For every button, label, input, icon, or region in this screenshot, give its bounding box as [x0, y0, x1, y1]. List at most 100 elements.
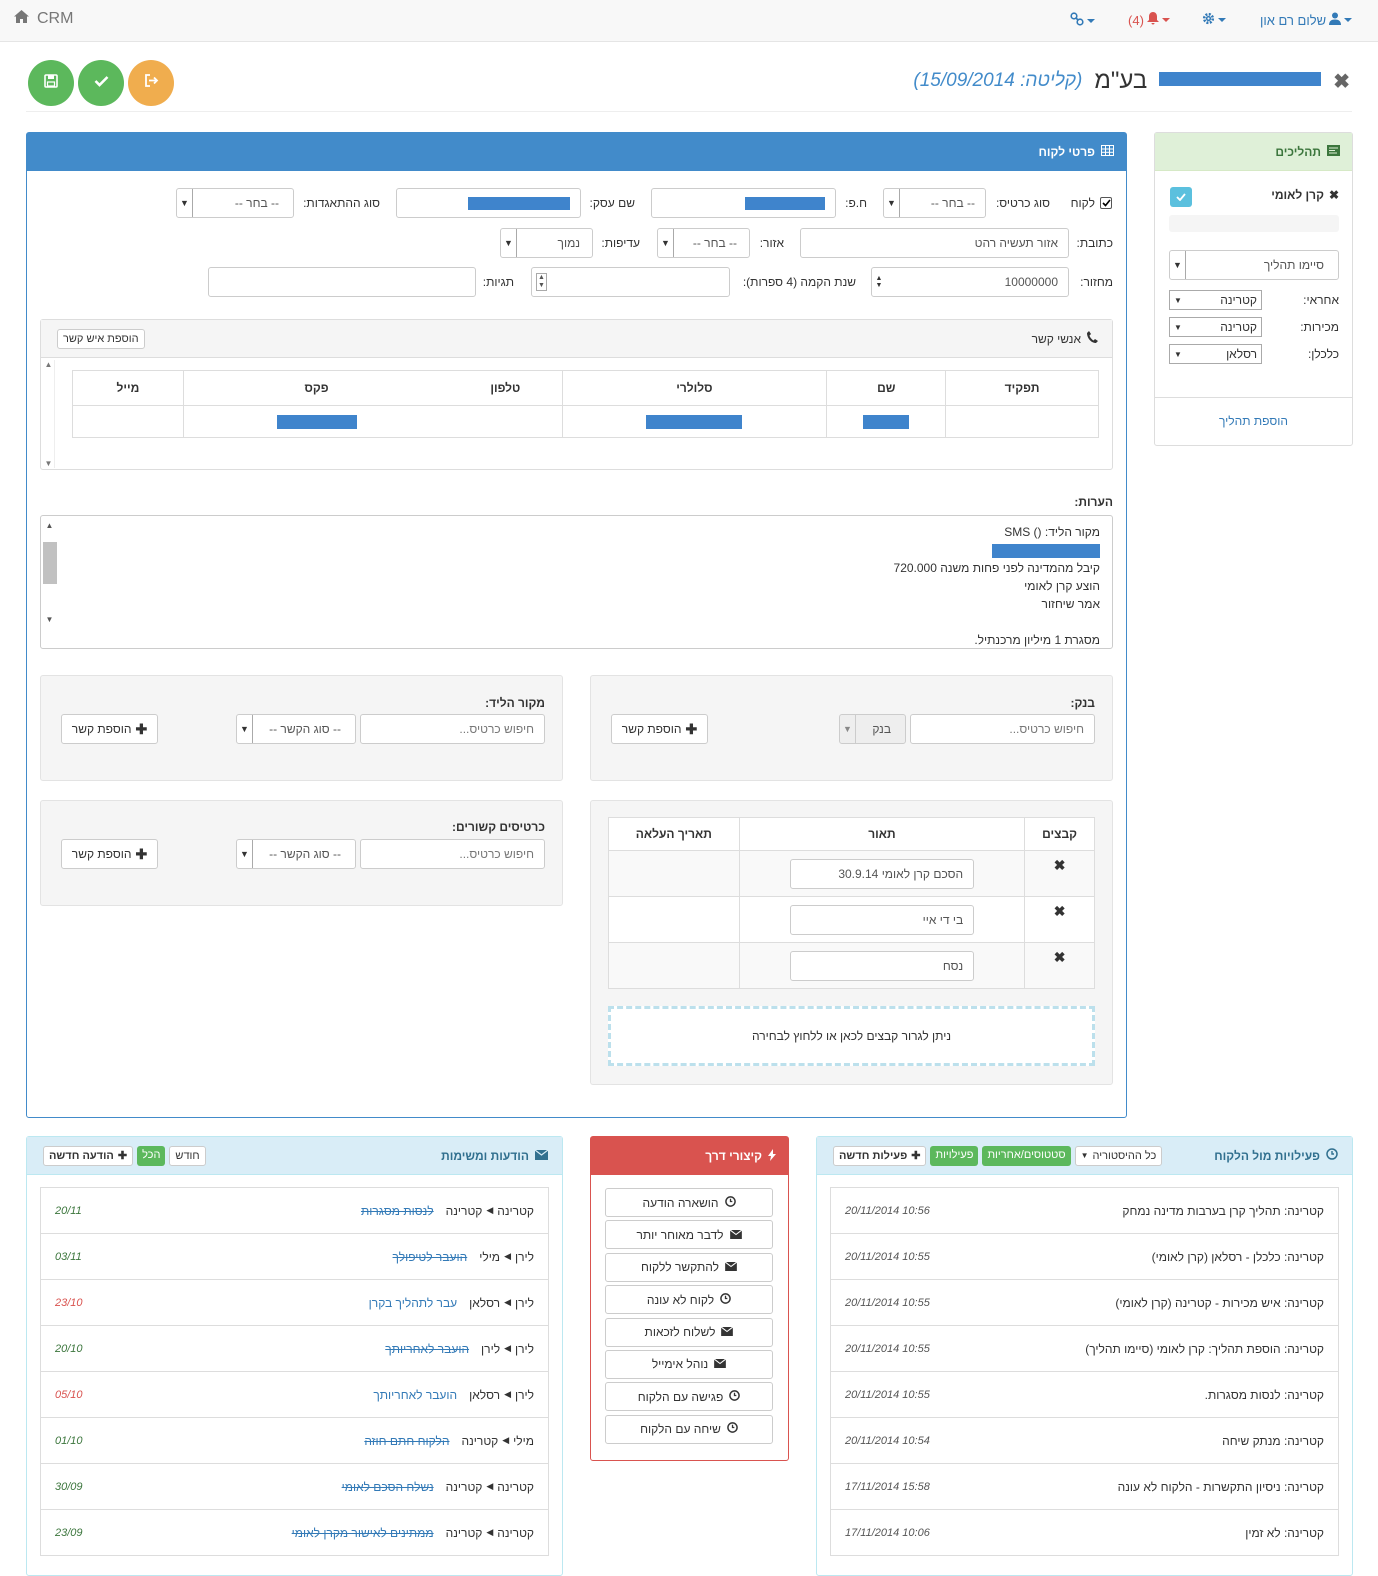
new-message-button[interactable]: ✚ הודעה חדשה — [43, 1145, 134, 1166]
message-to: קטרינה — [445, 1479, 483, 1494]
history-dropdown-button[interactable]: כל ההיסטוריה ▼ — [1074, 1145, 1163, 1166]
list-item[interactable]: קטרינה: לנסות מסגרות. 20/11/2014 10:55 — [831, 1371, 1338, 1417]
bank-search-input[interactable]: חיפוש כרטיס... — [910, 714, 1095, 744]
contacts-table: תפקיד שם סלולרי טלפון פקס מייל — [72, 370, 1099, 438]
redacted-value — [992, 543, 1100, 558]
process-stage-select[interactable]: סיימו תהליך ▼ — [1169, 250, 1339, 280]
priority-select[interactable]: נמוך ▼ — [500, 228, 593, 258]
save-button[interactable] — [28, 60, 74, 106]
stepper-icon[interactable]: ▲ ▼ — [536, 273, 547, 291]
list-item[interactable]: מילי ◀ קטרינה הלקוח חתם חוזה 01/10 — [41, 1417, 548, 1463]
add-process-link[interactable]: הוספת תהליך — [1155, 414, 1352, 428]
shortcut-button[interactable]: פגישה עם הלקוח — [605, 1382, 773, 1412]
add-contact-button[interactable]: הוספת איש קשר — [57, 328, 145, 349]
list-item[interactable]: לירן ◀ רסלאן הועבר לאחריותך 05/10 — [41, 1371, 548, 1417]
lead-source-add-link-button[interactable]: ✚ הוספת קשר — [61, 714, 158, 744]
activities-filter-button[interactable]: פעילויות — [930, 1145, 979, 1166]
remove-icon[interactable]: ✖ — [1054, 903, 1066, 919]
economist-select[interactable]: רסלאן ▼ — [1169, 344, 1262, 364]
all-filter-button[interactable]: הכל — [137, 1145, 166, 1166]
area-select[interactable]: -- בחר -- ▼ — [657, 228, 750, 258]
file-description-input[interactable]: בי די איי — [789, 904, 975, 935]
shortcut-button[interactable]: שיחה עם הלקוח — [605, 1414, 773, 1444]
shortcut-button[interactable]: לדבר מאוחר יותר — [605, 1220, 773, 1250]
message-text[interactable]: הועבר לטיפולך — [393, 1250, 468, 1264]
shortcut-button[interactable]: לשלוח לזכאות — [605, 1317, 773, 1347]
envelope-icon — [713, 1357, 727, 1371]
message-text[interactable]: הועבר לאחריותך — [385, 1342, 469, 1356]
list-item[interactable]: לירן ◀ רסלאן עבר לתהליך בקרן 23/10 — [41, 1279, 548, 1325]
related-type-select[interactable]: -- סוג הקשר -- ▼ — [236, 839, 356, 869]
list-item[interactable]: קטרינה ◀ קטרינה ממתינים לאישור מקרן לאומי 23… — [41, 1509, 548, 1555]
file-description-input[interactable]: נסח — [789, 950, 975, 981]
hp-field[interactable] — [651, 188, 836, 218]
address-value: אזור תעשיה רהט — [974, 236, 1058, 250]
message-from: לירן — [514, 1387, 534, 1402]
list-item[interactable]: לירן ◀ לירן הועבר לאחריותך 20/10 — [41, 1325, 548, 1371]
status-filter-button[interactable]: סטטוסים/אחריות — [982, 1145, 1071, 1166]
responsible-select[interactable]: קטרינה ▼ — [1169, 290, 1262, 310]
table-row[interactable] — [72, 405, 1099, 438]
sales-select[interactable]: קטרינה ▼ — [1169, 317, 1262, 337]
list-item[interactable]: קטרינה ◀ קטרינה נשלח הסכם לאומי 30/09 — [41, 1463, 548, 1509]
user-menu[interactable]: שלום רם און — [1260, 12, 1353, 28]
stepper-icon[interactable]: ▲ ▼ — [872, 268, 886, 296]
plus-icon: ✚ — [911, 1150, 921, 1162]
corp-type-select[interactable]: -- בחר -- ▼ — [176, 188, 294, 218]
chevron-down-icon — [1161, 18, 1170, 22]
close-icon[interactable]: ✖ — [1333, 69, 1350, 94]
contacts-scrollbar[interactable]: ▲ ▼ — [43, 360, 55, 468]
business-name-field[interactable] — [396, 188, 581, 218]
list-item[interactable]: קטרינה: איש מכירות - קטרינה (קרן לאומי) 2… — [831, 1279, 1338, 1325]
brand[interactable]: CRM — [14, 10, 73, 28]
notes-scrollbar[interactable]: ▲ ▼ — [42, 517, 57, 629]
list-item[interactable]: קטרינה ◀ קטרינה לנסות מסגרות 20/11 — [41, 1187, 548, 1233]
lead-source-type-select[interactable]: -- סוג הקשר -- ▼ — [236, 714, 356, 744]
message-text[interactable]: נשלח הסכם לאומי — [342, 1480, 434, 1494]
shortcut-button[interactable]: הושארה הודעה — [605, 1188, 773, 1217]
process-toggle-button[interactable] — [1170, 187, 1192, 207]
turnover-field[interactable]: 10000000 ▲ ▼ — [871, 267, 1069, 297]
bank-type-select[interactable]: בנק ▼ — [839, 714, 906, 744]
remove-icon[interactable]: ✖ — [1054, 949, 1066, 965]
remove-icon[interactable]: ✖ — [1329, 188, 1339, 202]
notes-textarea[interactable]: מקור הליד: () SMS קיבל מהמדינה לפני פחות… — [40, 515, 1113, 649]
lead-source-type-value: -- סוג הקשר -- — [269, 722, 341, 736]
alerts-menu[interactable]: (4) — [1128, 12, 1170, 28]
list-item[interactable]: קטרינה: תהליך קרן בערבות מדינה נמחק 20/11… — [831, 1187, 1338, 1233]
list-item[interactable]: קטרינה: הוספת תהליך: קרן לאומי (סיימו תה… — [831, 1325, 1338, 1371]
bank-add-link-button[interactable]: ✚ הוספת קשר — [611, 714, 708, 744]
shortcut-button[interactable]: לקוח לא עונה — [605, 1285, 773, 1315]
caret-left-icon: ◀ — [486, 1527, 494, 1537]
founded-field[interactable]: ▲ ▼ — [531, 267, 730, 297]
message-text[interactable]: הועבר לאחריותך — [373, 1388, 457, 1402]
shortcut-label: שיחה עם הלקוח — [640, 1422, 721, 1437]
card-type-select[interactable]: -- בחר -- ▼ — [883, 188, 986, 218]
file-dropzone[interactable]: ניתן לגרור קבצים לכאן או ללחוץ לבחירה — [608, 1006, 1095, 1066]
shortcut-button[interactable]: להתקשר ללקוח — [605, 1252, 773, 1282]
list-item[interactable]: קטרינה: ניסיון התקשרות - הלקוח לא עונה 17… — [831, 1463, 1338, 1509]
lead-source-search-input[interactable]: חיפוש כרטיס... — [360, 714, 545, 744]
list-item[interactable]: קטרינה: לא זמין 17/11/2014 10:06 — [831, 1509, 1338, 1555]
list-item[interactable]: קטרינה: כלכלן - רסלאן (קרן לאומי) 20/11/2… — [831, 1233, 1338, 1279]
list-item[interactable]: קטרינה: מנתק שיחה 20/11/2014 10:54 — [831, 1417, 1338, 1463]
related-search-input[interactable]: חיפוש כרטיס... — [360, 839, 545, 869]
message-text[interactable]: לנסות מסגרות — [361, 1204, 434, 1218]
links-menu[interactable] — [1070, 12, 1095, 29]
message-text[interactable]: עבר לתהליך בקרן — [369, 1296, 457, 1310]
new-activity-button[interactable]: ✚ פעילות חדשה — [833, 1145, 927, 1166]
related-add-link-button[interactable]: ✚ הוספת קשר — [61, 839, 158, 869]
exit-button[interactable] — [128, 60, 174, 106]
settings-menu[interactable] — [1202, 12, 1226, 28]
confirm-button[interactable] — [78, 60, 124, 106]
month-filter-button[interactable]: חודש — [169, 1145, 206, 1166]
remove-icon[interactable]: ✖ — [1054, 857, 1066, 873]
list-item[interactable]: לירן ◀ מילי הועבר לטיפולך 03/11 — [41, 1233, 548, 1279]
is-customer-checkbox[interactable] — [1100, 197, 1112, 209]
message-text[interactable]: ממתינים לאישור מקרן לאומי — [292, 1526, 434, 1540]
address-field[interactable]: אזור תעשיה רהט — [800, 228, 1069, 258]
file-description-input[interactable]: הסכם קרן לאומי 30.9.14 — [789, 858, 975, 889]
shortcut-button[interactable]: נוהל אימייל — [605, 1349, 773, 1379]
tags-field[interactable] — [208, 267, 476, 297]
message-text[interactable]: הלקוח חתם חוזה — [364, 1434, 449, 1448]
